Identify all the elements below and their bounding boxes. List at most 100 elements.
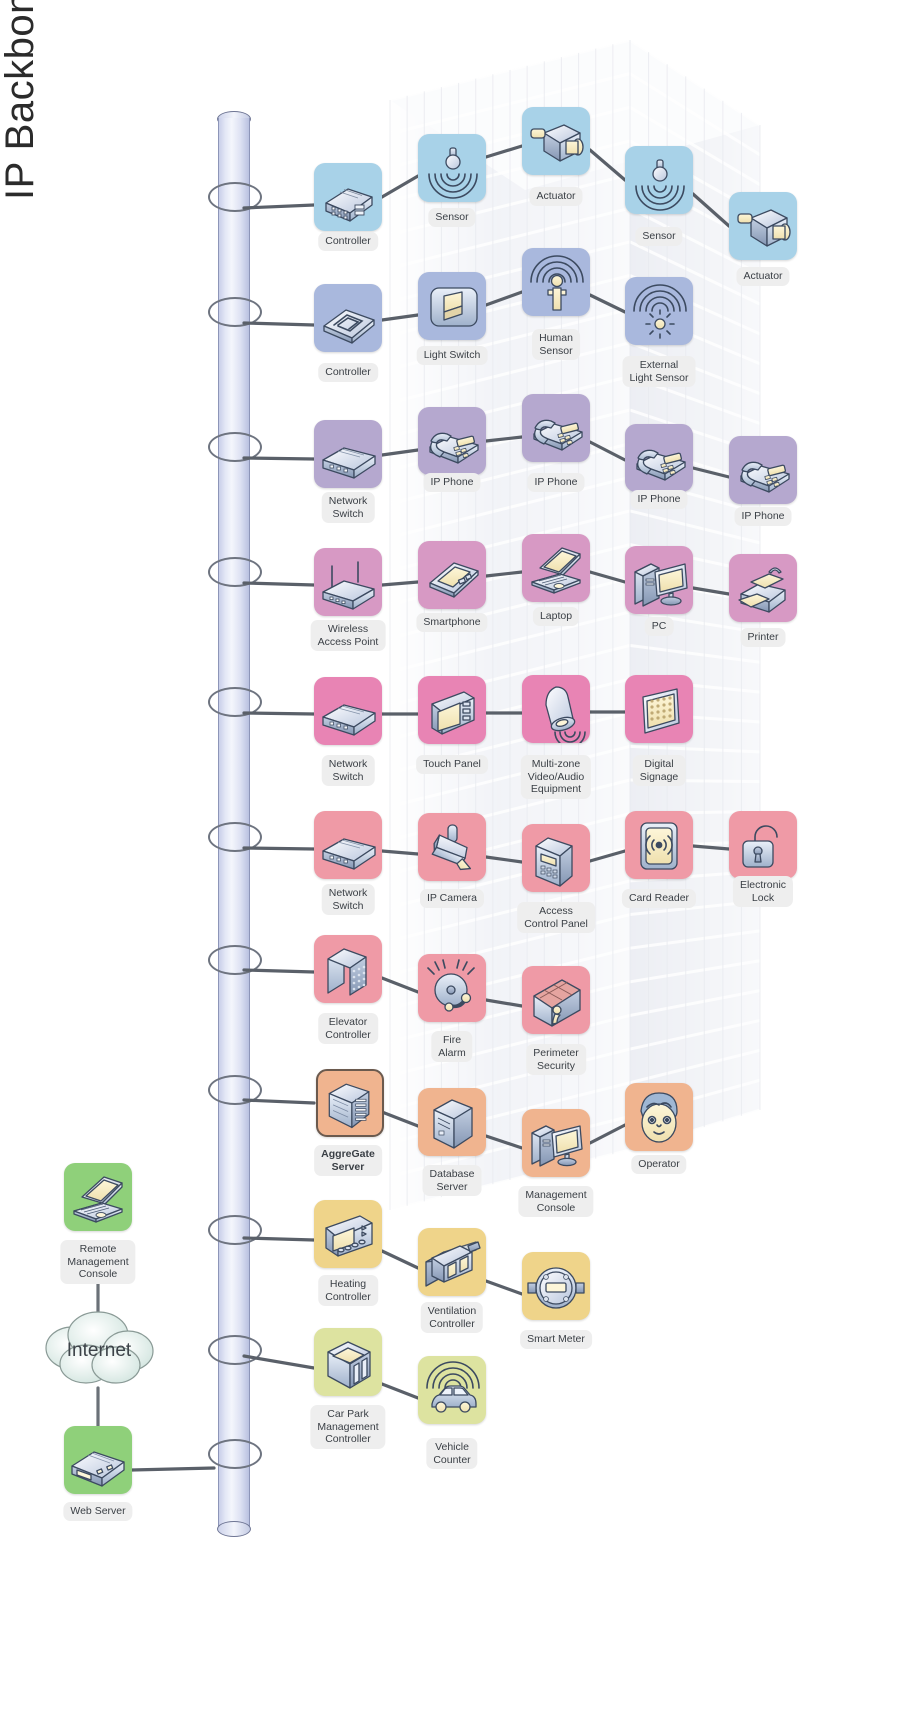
node-voice-2[interactable] <box>522 394 590 462</box>
node-life-safety-2[interactable] <box>522 966 590 1034</box>
node-parking-0[interactable] <box>314 1328 382 1396</box>
node-parking-1[interactable] <box>418 1356 486 1424</box>
node-voice-3[interactable] <box>625 424 693 492</box>
node-voice-0[interactable] <box>314 420 382 488</box>
sensor-icon <box>635 159 685 211</box>
node-hvac-sensing-1[interactable] <box>418 134 486 202</box>
node-security-0[interactable] <box>314 811 382 879</box>
node-label: Car Park Management Controller <box>310 1405 386 1449</box>
heating-controller-icon <box>325 1215 373 1257</box>
node-voice-1[interactable] <box>418 407 486 475</box>
node-hvac-sensing-2[interactable] <box>522 107 590 175</box>
node-label: Multi-zone Video/Audio Equipment <box>520 755 592 799</box>
node-label: Access Control Panel <box>517 902 595 933</box>
node-voice-4[interactable] <box>729 436 797 504</box>
node-life-safety-1[interactable] <box>418 954 486 1022</box>
node-security-4[interactable] <box>729 811 797 879</box>
sensor-icon <box>428 147 478 199</box>
elevator-icon <box>327 948 367 996</box>
vehicle-counter-icon <box>426 1361 480 1413</box>
node-lighting-0[interactable] <box>314 284 382 352</box>
node-label: Digital Signage <box>632 755 686 786</box>
internet-label: Internet <box>66 1340 132 1361</box>
card-reader-icon <box>640 822 678 870</box>
node-security-1[interactable] <box>418 813 486 881</box>
node-label: Operator <box>631 1155 687 1174</box>
node-life-safety-0[interactable] <box>314 935 382 1003</box>
node-security-3[interactable] <box>625 811 693 879</box>
external-light-sensor-icon <box>633 284 687 339</box>
light-switch-icon <box>430 287 478 327</box>
node-hvac-energy-2[interactable] <box>522 1252 590 1320</box>
human-sensor-icon <box>530 255 584 311</box>
controller-icon <box>325 188 373 222</box>
node-servers-0[interactable] <box>316 1069 384 1137</box>
backbone-bottom-cap <box>217 1521 251 1537</box>
node-data-2[interactable] <box>522 534 590 602</box>
node-data-1[interactable] <box>418 541 486 609</box>
node-label: Laptop <box>532 607 580 626</box>
node-data-3[interactable] <box>625 546 693 614</box>
node-lighting-2[interactable] <box>522 248 590 316</box>
digital-signage-icon <box>642 688 680 734</box>
node-label: Touch Panel <box>416 755 488 774</box>
backbone-tap <box>208 1335 262 1365</box>
node-label: Controller <box>318 232 378 251</box>
node-label: Perimeter Security <box>526 1044 586 1075</box>
node-hvac-energy-1[interactable] <box>418 1228 486 1296</box>
management-console-icon <box>531 1125 583 1167</box>
node-lighting-1[interactable] <box>418 272 486 340</box>
car-park-icon <box>327 1341 371 1389</box>
node-av-2[interactable] <box>522 675 590 743</box>
node-hvac-energy-0[interactable] <box>314 1200 382 1268</box>
node-data-4[interactable] <box>729 554 797 622</box>
web-server-icon <box>71 1451 125 1487</box>
network-switch-icon <box>322 704 376 736</box>
node-servers-3[interactable] <box>625 1083 693 1151</box>
ip-phone-icon <box>636 449 686 481</box>
node-av-3[interactable] <box>625 675 693 743</box>
node-label: Card Reader <box>621 889 697 908</box>
node-label: Actuator <box>736 267 790 286</box>
node-external-0[interactable] <box>64 1163 132 1231</box>
smart-meter-icon <box>527 1267 585 1309</box>
node-security-2[interactable] <box>522 824 590 892</box>
node-label: Database Server <box>422 1165 482 1196</box>
node-hvac-sensing-0[interactable] <box>314 163 382 231</box>
node-label: Web Server <box>63 1502 133 1521</box>
backbone-tap <box>208 432 262 462</box>
ip-camera-icon <box>431 824 472 871</box>
node-label: Sensor <box>635 227 683 246</box>
node-label: IP Phone <box>527 473 585 492</box>
ip-phone-icon <box>429 432 479 464</box>
node-data-0[interactable] <box>314 548 382 616</box>
database-server-icon <box>433 1099 473 1149</box>
node-label: IP Phone <box>630 490 688 509</box>
node-label: Elevator Controller <box>318 1013 378 1044</box>
backbone-tap <box>208 1215 262 1245</box>
pc-icon <box>634 563 688 607</box>
diagram-canvas: IP Backbone Internet Controller Sensor A… <box>0 0 919 1724</box>
node-external-1[interactable] <box>64 1426 132 1494</box>
light-controller-icon <box>323 309 375 344</box>
node-label: Light Switch <box>416 346 488 365</box>
node-lighting-3[interactable] <box>625 277 693 345</box>
backbone-tap <box>208 945 262 975</box>
backbone-tap <box>208 1439 262 1469</box>
node-av-0[interactable] <box>314 677 382 745</box>
smartphone-icon <box>429 562 479 598</box>
perimeter-security-icon <box>533 979 581 1027</box>
node-servers-2[interactable] <box>522 1109 590 1177</box>
backbone-tap <box>208 557 262 587</box>
aggregate-server-icon <box>328 1083 370 1129</box>
node-servers-1[interactable] <box>418 1088 486 1156</box>
network-switch-icon <box>322 838 376 870</box>
node-hvac-sensing-4[interactable] <box>729 192 797 260</box>
fire-alarm-icon <box>427 959 475 1012</box>
backbone-tap <box>208 1075 262 1105</box>
electronic-lock-icon <box>742 825 778 868</box>
node-hvac-sensing-3[interactable] <box>625 146 693 214</box>
node-av-1[interactable] <box>418 676 486 744</box>
node-label: External Light Sensor <box>622 356 696 387</box>
node-label: Smartphone <box>416 613 488 632</box>
